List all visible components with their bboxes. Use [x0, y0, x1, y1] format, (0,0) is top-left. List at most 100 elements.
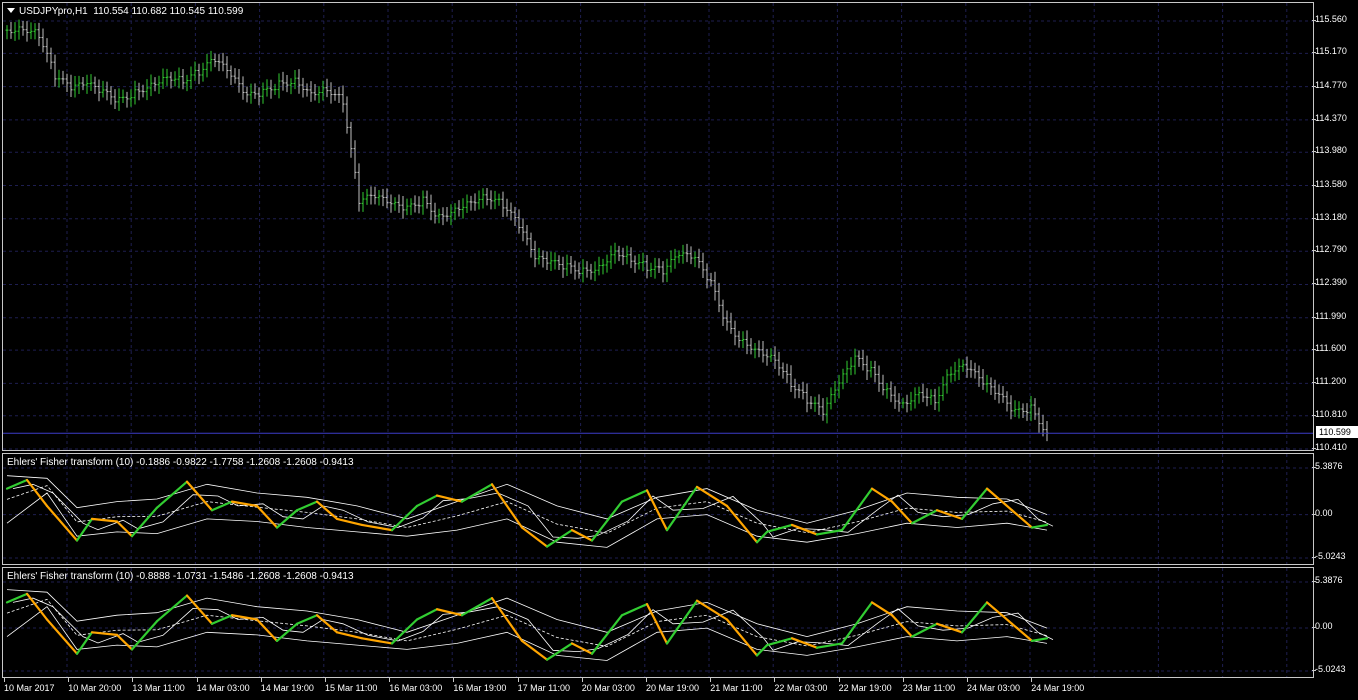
fisher-segment [545, 642, 574, 661]
fisher-segment [870, 487, 894, 503]
fisher-segment [45, 618, 79, 655]
price-tick: 112.790 [1312, 244, 1347, 255]
fisher-segment [90, 517, 119, 523]
time-tick-mark [196, 678, 198, 682]
time-tick-mark [967, 678, 968, 682]
time-axis[interactable]: 10 Mar 2017 10 Mar 20:00 13 Mar 11:00 14 Ma… [0, 678, 1358, 700]
time-label: 14 Mar 19:00 [260, 683, 314, 693]
fisher-segment [460, 597, 494, 617]
time-label: 13 Mar 11:00 [132, 683, 185, 693]
time-tick-mark [774, 678, 776, 682]
indicator-2-scale: 5.3876 0.00 -5.0243 [1312, 567, 1358, 678]
fisher-segment [910, 509, 939, 525]
time-tick-mark [838, 678, 840, 682]
fisher-segment [75, 517, 94, 542]
fisher-segment [590, 500, 624, 542]
price-tick: 113.180 [1312, 211, 1347, 222]
time-label: 20 Mar 19:00 [646, 683, 700, 693]
main-price-chart[interactable]: USDJPYpro,H1 110.554 110.682 110.545 110… [2, 2, 1314, 451]
grid [3, 568, 1313, 677]
fisher-segment [25, 592, 49, 621]
indicator-1-title: Ehlers' Fisher transform (10) -0.1886 -0… [7, 457, 354, 468]
fisher-segment [1030, 523, 1049, 529]
time-label: 10 Mar 2017 [4, 683, 55, 693]
fisher-segment [335, 517, 364, 527]
price-tick: 110.410 [1312, 442, 1347, 452]
time-label: 24 Mar 19:00 [1031, 683, 1085, 693]
time-tick-mark [710, 678, 712, 682]
time-label: 10 Mar 20:00 [68, 683, 122, 693]
time-tick-mark [260, 678, 262, 682]
fisher-segment [520, 526, 549, 548]
ohlc-values: 110.554 110.682 110.545 110.599 [93, 6, 244, 17]
upper-band-line [6, 589, 1048, 638]
grid [3, 454, 1313, 564]
fisher-segment [840, 487, 874, 532]
fisher-segment [725, 504, 759, 544]
indicator-scale-tick: 0.00 [1312, 507, 1333, 518]
fisher-transform-pane-1[interactable]: Ehlers' Fisher transform (10) -0.1886 -0… [2, 453, 1314, 565]
fisher-segment [695, 485, 729, 508]
time-label: 17 Mar 11:00 [517, 683, 570, 693]
indicator-2-canvas[interactable] [3, 568, 1313, 677]
fisher-segment [910, 622, 939, 638]
fisher-segment [435, 608, 464, 617]
fisher-segment [415, 608, 439, 621]
price-tick: 113.980 [1312, 145, 1347, 156]
fisher-segment [460, 483, 494, 503]
fisher-segment [790, 637, 819, 649]
time-label: 23 Mar 11:00 [902, 683, 956, 693]
time-label: 15 Mar 11:00 [325, 683, 378, 693]
fisher-segment [695, 599, 729, 621]
time-label: 24 Mar 03:00 [967, 683, 1021, 693]
fisher-segment [130, 620, 159, 651]
fisher-transform-pane-2[interactable]: Ehlers' Fisher transform (10) -0.8888 -1… [2, 567, 1314, 678]
time-tick-mark [646, 678, 647, 682]
price-tick: 111.990 [1311, 310, 1347, 321]
time-tick-mark [68, 678, 70, 682]
fisher-segment [295, 500, 319, 512]
chart-title: USDJPYpro,H1 110.554 110.682 110.545 110… [7, 6, 243, 17]
indicator-1-canvas[interactable] [3, 454, 1313, 564]
indicator-2-title: Ehlers' Fisher transform (10) -0.8888 -1… [7, 571, 354, 582]
time-label: 16 Mar 03:00 [389, 683, 443, 693]
time-tick-mark [1031, 678, 1033, 682]
price-tick: 114.370 [1312, 112, 1347, 123]
price-tick: 113.580 [1312, 178, 1347, 189]
fisher-segment [570, 642, 594, 655]
price-bars-canvas[interactable] [3, 3, 1313, 450]
indicator-scale-tick: 5.3876 [1312, 461, 1343, 471]
fisher-segment [1030, 637, 1049, 642]
fisher-segment [840, 601, 874, 645]
price-scale[interactable]: 115.560 115.170 114.770 114.370 113.980 113.5… [1311, 2, 1358, 452]
fisher-segment [620, 489, 649, 503]
indicator-scale-tick: -5.0243 [1312, 551, 1346, 561]
time-tick-mark [4, 678, 5, 682]
fisher-segment [620, 603, 649, 617]
time-label: 16 Mar 19:00 [453, 683, 507, 693]
time-tick-mark [581, 678, 583, 682]
indicator-scale-tick: 0.00 [1312, 621, 1333, 632]
price-tick: 115.560 [1312, 14, 1347, 24]
time-tick-mark [389, 678, 391, 682]
indicator-scale-tick: -5.0243 [1312, 664, 1346, 674]
fisher-segment [435, 494, 464, 503]
fisher-segment [45, 504, 79, 542]
fisher-segment [520, 639, 549, 661]
fisher-segment [725, 618, 759, 657]
time-tick-mark [517, 678, 519, 682]
time-tick-mark [453, 678, 455, 682]
chart-menu-arrow-icon[interactable] [7, 8, 15, 13]
fisher-segment [790, 523, 819, 536]
indicator-scale-tick: 5.3876 [1312, 575, 1343, 585]
fisher-segment [545, 529, 574, 548]
fisher-segment [570, 529, 594, 542]
time-tick-mark [132, 678, 134, 682]
fisher-segment [90, 631, 119, 636]
price-tick: 111.600 [1311, 343, 1347, 354]
symbol-label: USDJPYpro,H1 [19, 6, 88, 17]
fisher-segment [665, 599, 699, 645]
fisher-segment [335, 631, 364, 640]
upper-band-line [6, 475, 1048, 524]
fisher-segment [870, 601, 894, 617]
